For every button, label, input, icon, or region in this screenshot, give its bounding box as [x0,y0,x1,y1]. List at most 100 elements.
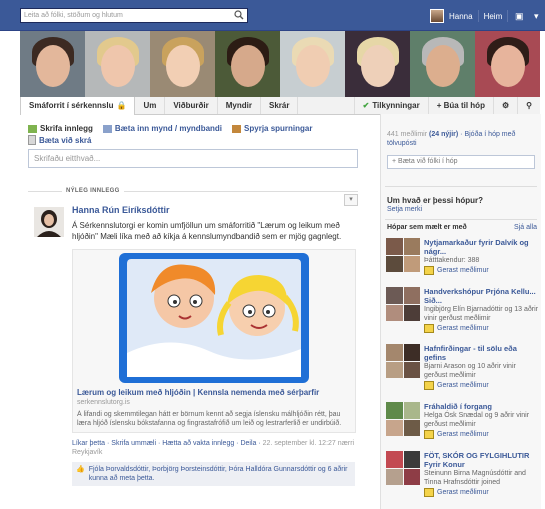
link-preview[interactable]: Lærum og leikum með hljóðin | Kennsla ne… [72,249,356,433]
group-subtitle: Bjarni Arason og 10 aðrir vinir gerðust … [424,363,516,379]
join-group-button[interactable]: Gerast meðlimur [424,488,538,497]
tab-about[interactable]: Um [135,97,166,114]
group-thumbnail[interactable] [386,402,420,436]
like-thumb-icon: 👍 [76,466,85,473]
tab-label: Skrár [269,101,290,110]
members-count: 441 meðlimir [387,131,428,138]
group-info: Handverkshópur Prjóna Kellu... Sið... In… [424,287,538,333]
tab-label: Myndir [225,101,252,110]
question-icon [232,124,242,133]
search-input[interactable]: Leita að fólki, stöðum og hlutum [20,8,248,23]
post-author-name[interactable]: Hanna Rún Eiríksdóttir [72,205,355,215]
see-all-link[interactable]: Sjá alla [514,224,537,231]
user-area: Hanna Heim ▣ ▾ [430,8,542,24]
notifications-button[interactable]: ✔ Tilkynningar [353,97,428,114]
settings-chevron-icon[interactable]: ▾ [530,10,542,22]
join-group-button[interactable]: Gerast meðlimur [424,381,538,390]
link-description: Á lifandi og skemmtilegan hátt er börnum… [77,411,342,427]
recent-posts-header: NÝLEG INNLEGG [28,188,358,194]
join-group-button[interactable]: Gerast meðlimur [424,324,538,333]
write-post-button[interactable]: Skrifa innlegg [28,124,93,133]
ask-question-label: Spyrja spurningar [244,124,313,133]
composer: Skrifa innlegg Bæta inn mynd / myndbandi… [28,124,358,168]
composer-input[interactable]: Skrifaðu eitthvað... [28,149,358,168]
home-link[interactable]: Heim [484,12,503,21]
members-new-link[interactable]: (24 nýjir) [429,131,458,138]
link-preview-image[interactable] [99,253,329,383]
create-group-label: + Búa til hóp [436,101,485,110]
add-photo-button[interactable]: Bæta inn mynd / myndbandi [102,124,223,133]
friends-icon[interactable]: ▣ [513,10,525,22]
composer-actions: Skrifa innlegg Bæta inn mynd / myndbandi… [28,124,358,145]
tab-label: Um [143,101,157,110]
likes-text[interactable]: Fjóla Þorvaldsdóttir, Þorbjörg Þorsteins… [89,465,351,483]
divider [28,190,62,192]
group-subtitle: Ingibjörg Elín Bjarnadóttir og 13 aðrir … [424,306,539,322]
tab-photos[interactable]: Myndir [218,97,261,114]
tab-label: Smáforrit í sérkennslu [29,101,114,110]
divider [123,190,358,192]
join-group-button[interactable]: Gerast meðlimur [424,266,538,275]
group-cover-photos [20,31,540,97]
about-title: Um hvað er þessi hópur? [387,196,484,205]
cover-photo [280,31,345,97]
cover-photo [85,31,150,97]
person-icon [34,207,64,237]
cover-photo [150,31,215,97]
settings-gear-icon[interactable]: ⚙ [492,97,517,114]
divider [385,186,537,187]
ask-question-button[interactable]: Spyrja spurningar [232,124,313,133]
divider [507,10,509,22]
join-label: Gerast meðlimur [437,325,489,332]
tab-actions: ✔ Tilkynningar + Búa til hóp ⚙ ⚲ [353,97,540,114]
tab-files[interactable]: Skrár [261,97,299,114]
tab-events[interactable]: Viðburðir [165,97,218,114]
add-file-label: Bæta við skrá [39,135,92,145]
cover-photo [345,31,410,97]
notifications-label: Tilkynningar [372,101,420,110]
tab-group-name[interactable]: Smáforrit í sérkennslu 🔒 [20,96,136,115]
join-icon [424,324,434,333]
write-post-label: Skrifa innlegg [40,124,93,133]
cover-photo [475,31,540,97]
link-title[interactable]: Lærum og leikum með hljóðin | Kennsla ne… [77,388,351,397]
create-group-button[interactable]: + Búa til hóp [427,97,493,114]
cover-photo [215,31,280,97]
post-actions-links[interactable]: Líkar þetta · Skrifa ummæli · Hætta að v… [72,440,263,447]
group-name[interactable]: Nytjamarkaður fyrir Dalvík og nágr... [424,238,538,256]
divider [385,219,537,220]
post-author-avatar[interactable] [34,207,64,237]
group-tabs: Smáforrit í sérkennslu 🔒 Um Viðburðir My… [20,96,540,115]
join-icon [424,266,434,275]
add-people-input[interactable]: + Bæta við fólki í hóp [387,155,535,169]
group-name[interactable]: Hafnfirðingar - til sölu eða gefins [424,344,538,362]
suggested-groups-title: Hópar sem mælt er með [387,224,467,231]
user-avatar[interactable] [430,9,444,23]
group-info: FÖT, SKÓR OG FYLGIHLUTIR Fyrir Konur Ste… [424,451,538,497]
join-group-button[interactable]: Gerast meðlimur [424,430,538,439]
join-label: Gerast meðlimur [437,382,489,389]
group-thumbnail[interactable] [386,451,420,485]
add-photo-label: Bæta inn mynd / myndbandi [114,124,223,133]
divider [477,10,479,22]
group-name[interactable]: FÖT, SKÓR OG FYLGIHLUTIR Fyrir Konur [424,451,538,469]
link-domain: serkennslutorg.is [77,399,130,406]
group-info: Hafnfirðingar - til sölu eða gefins Bjar… [424,344,538,390]
group-subtitle: Þátttakendur: 388 [424,257,480,264]
set-tags-link[interactable]: Setja merki [387,206,422,213]
group-thumbnail[interactable] [386,238,420,272]
group-name[interactable]: Fráhaldið í forgang [424,402,538,411]
likes-box: 👍 Fjóla Þorvaldsdóttir, Þorbjörg Þorstei… [72,462,355,486]
group-thumbnail[interactable] [386,287,420,321]
top-bar: Leita að fólki, stöðum og hlutum Hanna H… [0,0,545,31]
group-info: Fráhaldið í forgang Helga Ósk Snædal og … [424,402,538,439]
cover-photo [410,31,475,97]
search-icon[interactable]: ⚲ [517,97,540,114]
group-thumbnail[interactable] [386,344,420,378]
suggested-groups-header: Hópar sem mælt er með Sjá alla [387,224,537,231]
add-file-button[interactable]: Bæta við skrá [28,135,91,145]
group-name[interactable]: Handverkshópur Prjóna Kellu... Sið... [424,287,538,305]
user-name-link[interactable]: Hanna [449,12,473,21]
post-text: Á Sérkennslutorgi er komin umfjöllun um … [72,221,342,241]
search-icon[interactable] [234,10,244,20]
